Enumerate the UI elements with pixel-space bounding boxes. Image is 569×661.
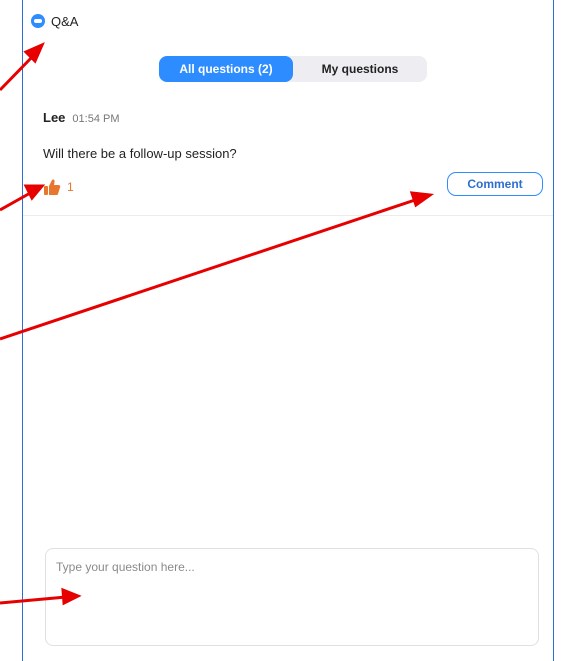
comment-button[interactable]: Comment [447, 172, 543, 196]
question-text: Will there be a follow-up session? [43, 146, 237, 161]
question-item: Lee 01:54 PM Will there be a follow-up s… [23, 100, 553, 216]
thumbs-up-icon[interactable] [43, 178, 61, 196]
question-input[interactable] [46, 549, 538, 645]
tab-all-questions[interactable]: All questions (2) [159, 56, 293, 82]
window-title: Q&A [51, 13, 79, 29]
question-input-box [45, 548, 539, 646]
zoom-app-icon [31, 14, 45, 28]
question-time: 01:54 PM [72, 113, 120, 125]
qa-window: Q&A All questions (2) My questions Lee 0… [22, 0, 554, 661]
screenshot-canvas: Q&A All questions (2) My questions Lee 0… [0, 0, 569, 661]
like-count: 1 [67, 180, 74, 194]
like-control[interactable]: 1 [43, 178, 74, 196]
title-bar: Q&A [31, 12, 78, 30]
tab-my-questions[interactable]: My questions [293, 56, 427, 82]
question-header: Lee 01:54 PM [43, 110, 120, 125]
question-tabs: All questions (2) My questions [159, 56, 427, 82]
question-author: Lee [43, 110, 66, 125]
